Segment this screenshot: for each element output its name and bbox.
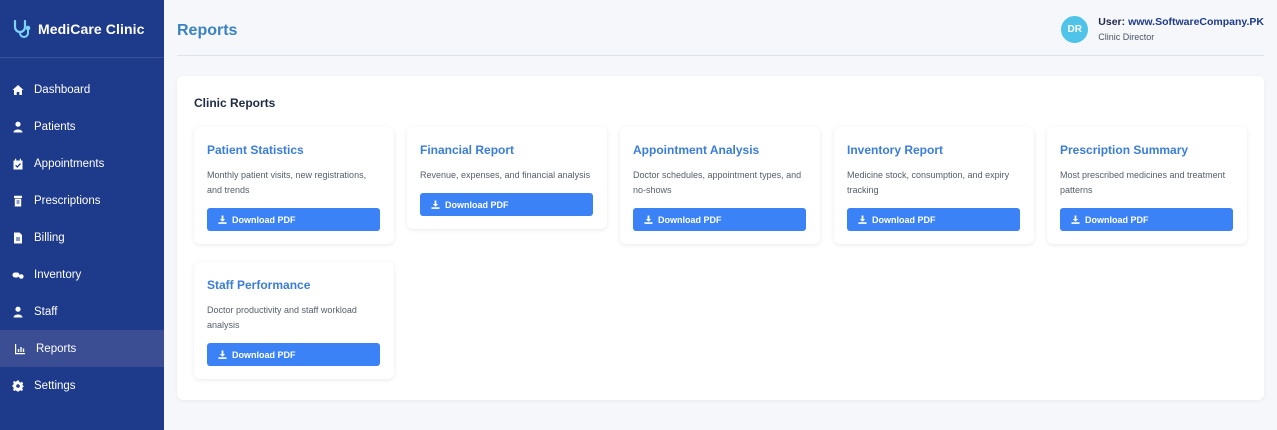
card-description: Doctor productivity and staff workload a…: [207, 305, 357, 330]
card-title: Staff Performance: [207, 278, 311, 292]
avatar[interactable]: DR: [1061, 16, 1089, 43]
sidebar-item-label: Appointments: [34, 157, 105, 170]
download-pdf-button[interactable]: Download PDF: [207, 343, 380, 366]
page-title: Reports: [177, 22, 238, 39]
button-label: Download PDF: [872, 214, 936, 225]
button-label: Download PDF: [232, 214, 296, 225]
sidebar-item-label: Patients: [34, 120, 76, 133]
card-description: Medicine stock, consumption, and expiry …: [847, 170, 1010, 195]
sidebar-item-label: Dashboard: [34, 83, 91, 96]
card-description: Monthly patient visits, new registration…: [207, 170, 367, 195]
report-card-financial: Financial Report Revenue, expenses, and …: [407, 127, 607, 229]
sidebar-nav: Dashboard Patients Appointments Prescrip…: [0, 71, 164, 404]
user-tie-icon: [12, 306, 24, 318]
chart-icon: [14, 343, 26, 355]
download-pdf-button[interactable]: Download PDF: [847, 208, 1020, 231]
card-title: Prescription Summary: [1060, 143, 1189, 157]
download-pdf-button[interactable]: Download PDF: [207, 208, 380, 231]
top-header: Reports DR User: www.SoftwareCompany.PK …: [177, 0, 1264, 56]
gear-icon: [12, 380, 24, 392]
button-label: Download PDF: [1085, 214, 1149, 225]
sidebar-item-label: Billing: [34, 231, 65, 244]
user-info: User: www.SoftwareCompany.PK Clinic Dire…: [1098, 16, 1264, 42]
report-card-appointment-analysis: Appointment Analysis Doctor schedules, a…: [620, 127, 820, 244]
card-title: Inventory Report: [847, 143, 944, 157]
section-title: Clinic Reports: [194, 96, 276, 110]
download-icon: [858, 215, 867, 224]
user-line: User: www.SoftwareCompany.PK: [1098, 16, 1264, 28]
card-title: Appointment Analysis: [633, 143, 760, 157]
sidebar-item-prescriptions[interactable]: Prescriptions: [0, 182, 164, 219]
card-title: Financial Report: [420, 143, 515, 157]
report-card-staff-performance: Staff Performance Doctor productivity an…: [194, 262, 394, 379]
card-description: Revenue, expenses, and financial analysi…: [420, 170, 591, 180]
download-icon: [431, 200, 440, 209]
sidebar-item-inventory[interactable]: Inventory: [0, 256, 164, 293]
user-name: www.SoftwareCompany.PK: [1128, 16, 1264, 28]
download-pdf-button[interactable]: Download PDF: [633, 208, 806, 231]
card-description: Doctor schedules, appointment types, and…: [633, 170, 802, 195]
sidebar-item-staff[interactable]: Staff: [0, 293, 164, 330]
home-icon: [12, 84, 24, 96]
calendar-check-icon: [12, 158, 24, 170]
button-label: Download PDF: [232, 349, 296, 360]
prescription-bottle-icon: [12, 195, 24, 207]
sidebar-item-appointments[interactable]: Appointments: [0, 145, 164, 182]
download-icon: [1071, 215, 1080, 224]
sidebar: MediCare Clinic Dashboard Patients Appoi…: [0, 0, 164, 430]
brand[interactable]: MediCare Clinic: [0, 0, 164, 58]
user-role: Clinic Director: [1098, 32, 1155, 42]
button-label: Download PDF: [445, 199, 509, 210]
download-pdf-button[interactable]: Download PDF: [1060, 208, 1233, 231]
sidebar-item-billing[interactable]: Billing: [0, 219, 164, 256]
app-name: MediCare Clinic: [38, 20, 145, 37]
report-card-patient-statistics: Patient Statistics Monthly patient visit…: [194, 127, 394, 244]
report-card-prescription-summary: Prescription Summary Most prescribed med…: [1047, 127, 1247, 244]
pills-icon: [12, 269, 24, 281]
card-title: Patient Statistics: [207, 143, 304, 157]
sidebar-item-settings[interactable]: Settings: [0, 367, 164, 404]
sidebar-item-patients[interactable]: Patients: [0, 108, 164, 145]
button-label: Download PDF: [658, 214, 722, 225]
sidebar-item-label: Staff: [34, 305, 58, 318]
sidebar-item-dashboard[interactable]: Dashboard: [0, 71, 164, 108]
download-icon: [218, 215, 227, 224]
sidebar-item-label: Reports: [36, 342, 77, 355]
invoice-icon: [12, 232, 24, 244]
sidebar-item-label: Inventory: [34, 268, 82, 281]
sidebar-item-label: Settings: [34, 379, 76, 392]
stethoscope-icon: [12, 19, 32, 39]
reports-panel: Clinic Reports Patient Statistics Monthl…: [177, 76, 1264, 400]
download-icon: [644, 215, 653, 224]
user-prefix: User:: [1098, 16, 1126, 28]
sidebar-item-label: Prescriptions: [34, 194, 101, 207]
download-pdf-button[interactable]: Download PDF: [420, 193, 593, 216]
user-profile[interactable]: DR User: www.SoftwareCompany.PK Clinic D…: [1061, 16, 1264, 43]
sidebar-item-reports[interactable]: Reports: [0, 330, 164, 367]
user-icon: [12, 121, 24, 133]
download-icon: [218, 350, 227, 359]
report-card-inventory: Inventory Report Medicine stock, consump…: [834, 127, 1034, 244]
card-description: Most prescribed medicines and treatment …: [1060, 170, 1226, 195]
